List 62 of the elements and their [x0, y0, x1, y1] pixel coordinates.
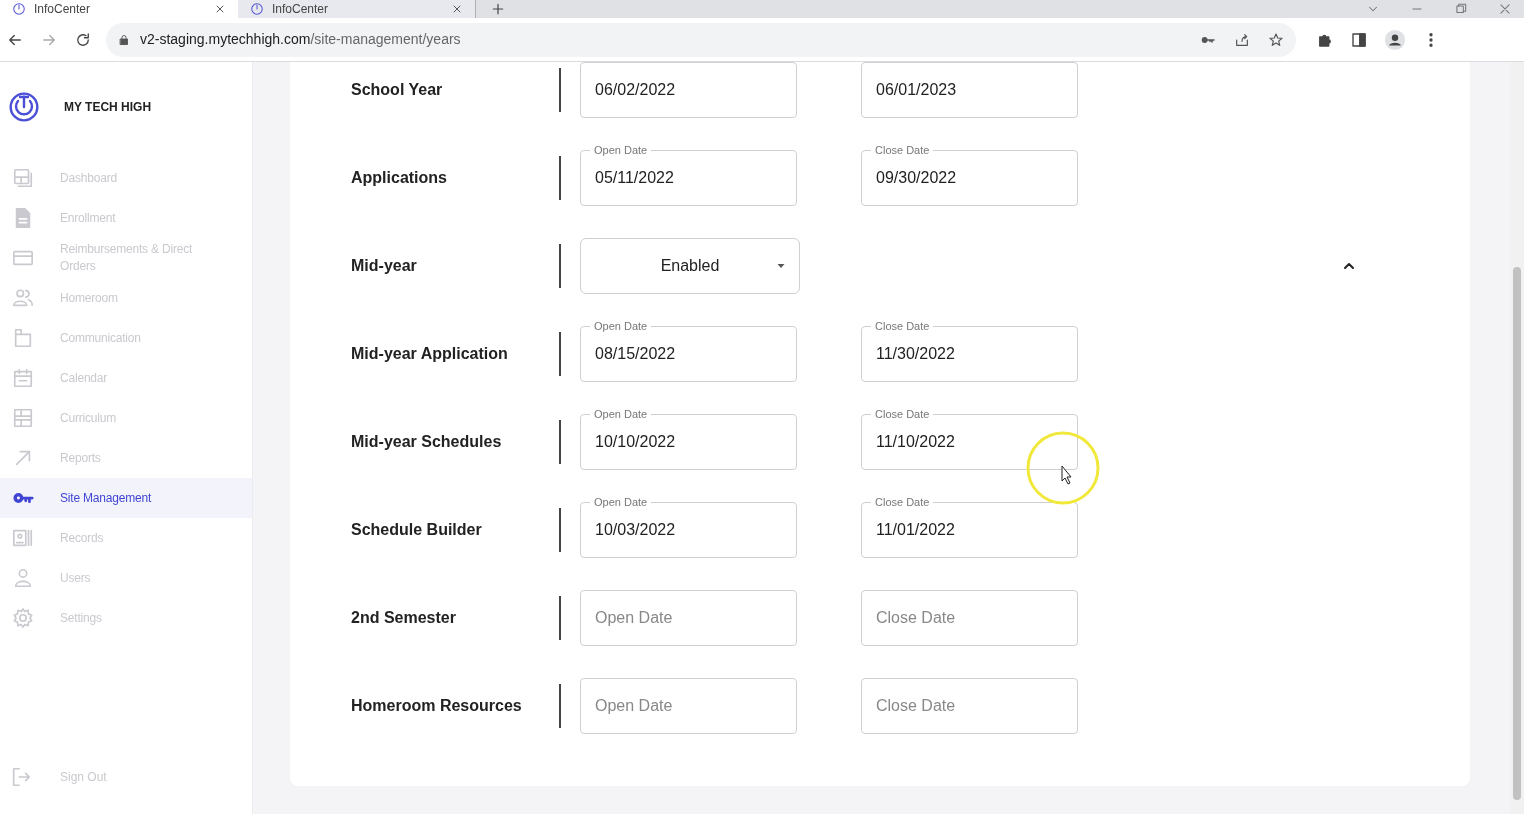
row-label: Homeroom Resources	[351, 696, 523, 716]
scrollbar[interactable]	[1510, 62, 1524, 814]
mid-year-dropdown[interactable]: Enabled	[580, 238, 800, 294]
power-logo-icon	[12, 2, 26, 16]
reload-icon[interactable]	[74, 30, 92, 49]
date-field[interactable]: Close Date	[861, 678, 1078, 734]
settings-icon	[12, 607, 34, 629]
divider	[559, 420, 561, 464]
brand-name: MY TECH HIGH	[64, 99, 152, 116]
divider	[559, 244, 561, 288]
plus-icon[interactable]	[490, 1, 506, 17]
cursor-highlight-icon	[1026, 431, 1100, 505]
divider	[559, 508, 561, 552]
field-label: Close Date	[871, 143, 934, 157]
address-bar[interactable]: v2-staging.mytechhigh.com/site-management/years	[106, 22, 1296, 57]
field-label: Open Date	[590, 495, 652, 509]
row-label: 2nd Semester	[351, 608, 457, 628]
records-icon	[12, 527, 34, 549]
browser-tab[interactable]: InfoCenter	[0, 0, 238, 18]
row-label: Applications	[351, 168, 448, 188]
power-logo-icon	[8, 91, 40, 123]
layout-icon	[12, 407, 34, 429]
folder-icon	[12, 327, 34, 349]
date-field[interactable]: Close Date	[861, 590, 1078, 646]
close-icon[interactable]	[451, 3, 463, 15]
dashboard-icon	[12, 167, 34, 189]
divider	[559, 68, 561, 112]
profile-avatar-icon[interactable]	[1384, 28, 1406, 51]
date-field[interactable]: Open Date	[580, 678, 797, 734]
field-label: Close Date	[871, 319, 934, 333]
row-label: Mid-year Application	[351, 344, 509, 364]
share-icon[interactable]	[1234, 31, 1250, 48]
browser-tab[interactable]: InfoCenter	[238, 0, 476, 18]
divider	[559, 332, 561, 376]
row-label: Mid-year	[351, 256, 418, 276]
date-field[interactable]: 06/02/2022	[580, 62, 797, 118]
star-icon[interactable]	[1268, 31, 1284, 48]
restore-icon[interactable]	[1454, 2, 1468, 16]
field-label: Open Date	[590, 319, 652, 333]
divider	[559, 156, 561, 200]
row-label: School Year	[351, 80, 444, 100]
divider	[559, 596, 561, 640]
side-panel-icon[interactable]	[1350, 30, 1368, 49]
field-label: Open Date	[590, 407, 652, 421]
close-icon[interactable]	[214, 3, 226, 15]
user-icon	[12, 567, 34, 589]
url-text: v2-staging.mytechhigh.com/site-management/years	[140, 30, 461, 49]
sidebar-item[interactable]: Site Management	[0, 478, 252, 518]
row-label: Schedule Builder	[351, 520, 483, 540]
power-logo-icon	[250, 2, 264, 16]
divider	[559, 684, 561, 728]
field-label: Open Date	[590, 143, 652, 157]
date-field[interactable]: 06/01/2023	[861, 62, 1078, 118]
row-label: Mid-year Schedules	[351, 432, 503, 452]
field-label: Close Date	[871, 495, 934, 509]
field-label: Close Date	[871, 407, 934, 421]
calendar-icon	[12, 367, 34, 389]
sign-out-icon	[10, 766, 32, 788]
close-icon[interactable]	[1498, 2, 1512, 16]
date-field[interactable]: Open Date	[580, 590, 797, 646]
lock-icon	[118, 33, 130, 46]
people-icon	[12, 287, 34, 309]
